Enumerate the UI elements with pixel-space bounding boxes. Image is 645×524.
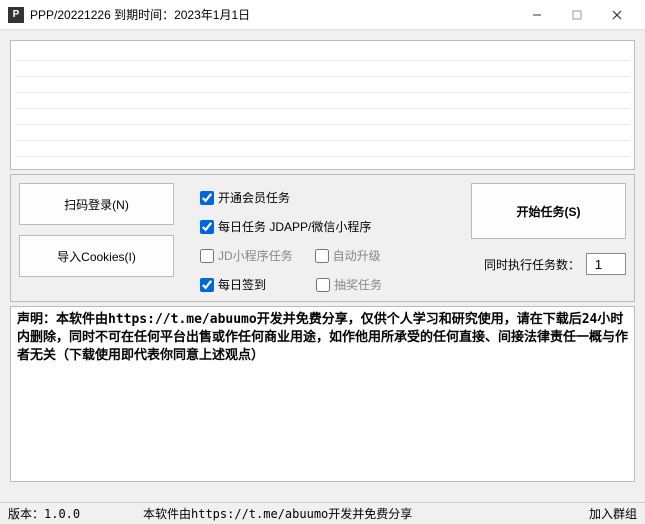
lottery-label: 抽奖任务: [334, 276, 382, 293]
daily-task-label: 每日任务 JDAPP/微信小程序: [218, 218, 371, 235]
scan-login-button[interactable]: 扫码登录(N): [19, 183, 174, 225]
jd-mini-checkbox[interactable]: JD小程序任务: [200, 247, 293, 264]
concurrent-input[interactable]: [586, 253, 626, 275]
daily-task-checkbox[interactable]: 每日任务 JDAPP/微信小程序: [200, 218, 371, 235]
disclaimer-text: 声明：本软件由https://t.me/abuumo开发并免费分享，仅供个人学习…: [10, 306, 635, 482]
statusbar: 版本：1.0.0 本软件由https://t.me/abuumo开发并免费分享 …: [0, 502, 645, 524]
daily-signin-label: 每日签到: [218, 276, 266, 293]
app-icon: P: [8, 7, 24, 23]
close-button[interactable]: [597, 0, 637, 30]
version-label: 版本：1.0.0: [8, 505, 143, 522]
daily-signin-checkbox[interactable]: 每日签到: [200, 276, 266, 293]
credit-label: 本软件由https://t.me/abuumo开发并免费分享: [143, 505, 557, 522]
control-panel: 扫码登录(N) 导入Cookies(I) 开通会员任务 每日任务 JDAPP/微…: [10, 174, 635, 302]
jd-mini-label: JD小程序任务: [218, 247, 293, 264]
auto-upgrade-checkbox[interactable]: 自动升级: [315, 247, 381, 264]
concurrent-row: 同时执行任务数：: [471, 253, 626, 275]
import-cookies-button[interactable]: 导入Cookies(I): [19, 235, 174, 277]
minimize-button[interactable]: [517, 0, 557, 30]
maximize-button[interactable]: [557, 0, 597, 30]
concurrent-label: 同时执行任务数：: [484, 256, 580, 273]
lottery-checkbox[interactable]: 抽奖任务: [316, 276, 382, 293]
start-task-button[interactable]: 开始任务(S): [471, 183, 626, 239]
checkbox-column: 开通会员任务 每日任务 JDAPP/微信小程序 JD小程序任务 自动升级: [182, 183, 463, 293]
window-title: PPP/20221226 到期时间：2023年1月1日: [30, 6, 250, 23]
vip-task-checkbox[interactable]: 开通会员任务: [200, 189, 290, 206]
titlebar: P PPP/20221226 到期时间：2023年1月1日: [0, 0, 645, 30]
log-textarea[interactable]: [10, 40, 635, 170]
left-button-column: 扫码登录(N) 导入Cookies(I): [19, 183, 174, 293]
join-group-link[interactable]: 加入群组: [557, 505, 637, 522]
vip-task-label: 开通会员任务: [218, 189, 290, 206]
main-content: 扫码登录(N) 导入Cookies(I) 开通会员任务 每日任务 JDAPP/微…: [0, 30, 645, 492]
right-column: 开始任务(S) 同时执行任务数：: [471, 183, 626, 293]
auto-upgrade-label: 自动升级: [333, 247, 381, 264]
